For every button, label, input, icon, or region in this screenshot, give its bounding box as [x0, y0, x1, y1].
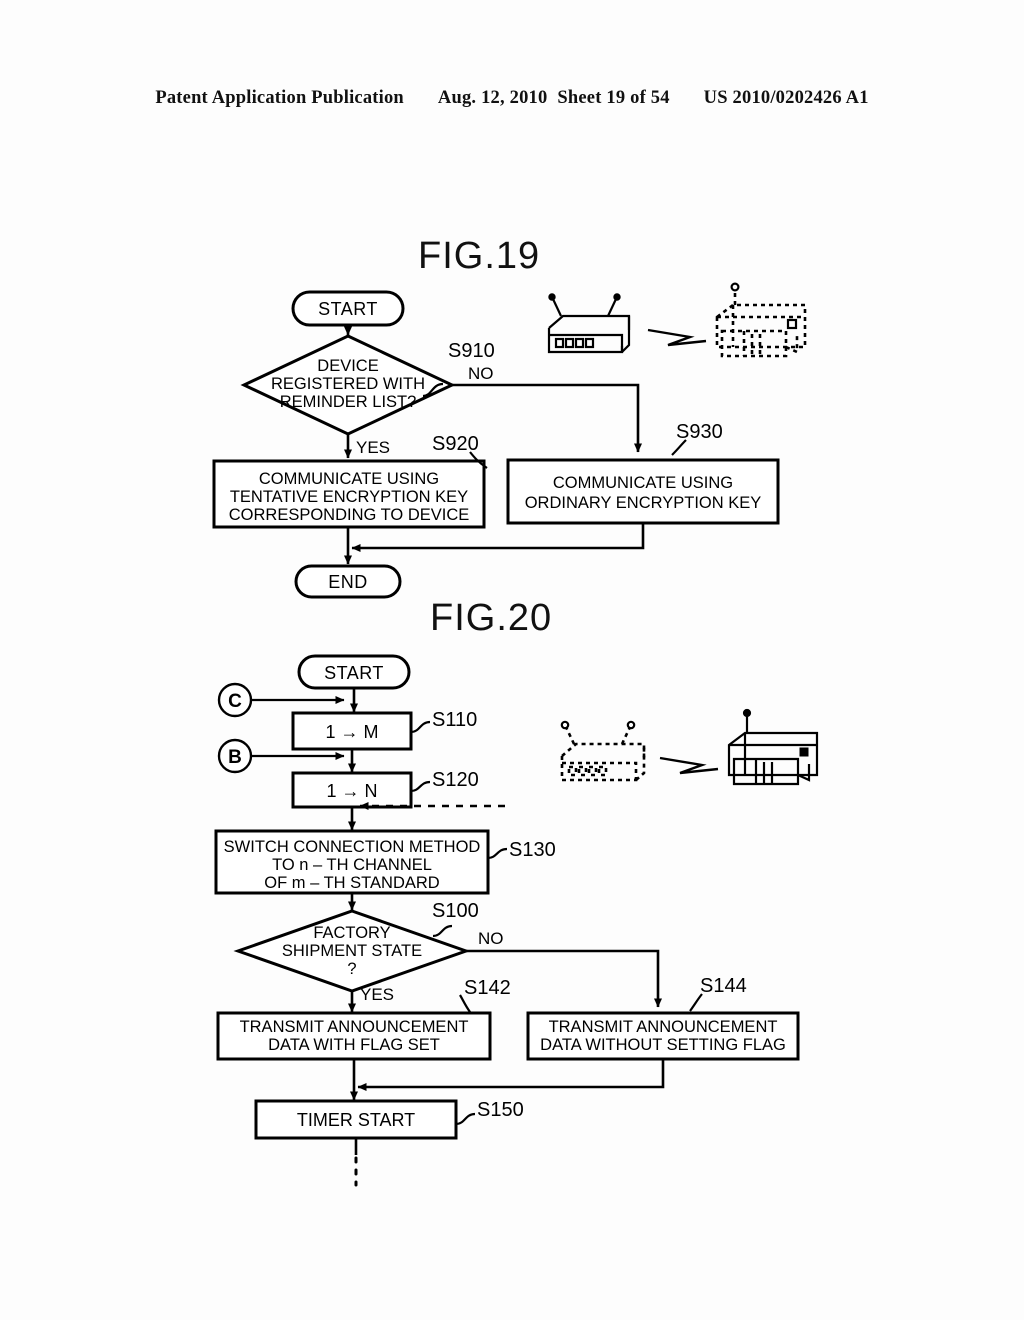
fig19-decision-line-1: DEVICE	[317, 357, 378, 375]
fig19-end-label: END	[328, 572, 368, 592]
fig20-s150-label: TIMER START	[297, 1110, 415, 1130]
fig20-access-point-dashed-icon	[560, 720, 646, 782]
fig20-connector-c-label: C	[228, 691, 242, 712]
patent-drawing-page: Patent Application Publication Aug. 12, 2…	[0, 0, 1024, 1320]
fig20-s110-label: 1 → M	[325, 722, 378, 742]
fig19-s930-ref: S930	[676, 421, 723, 443]
fig20-s144-line-1: TRANSMIT ANNOUNCEMENT	[549, 1018, 778, 1036]
fig19-s920-line-1: COMMUNICATE USING	[259, 470, 439, 488]
fig19-yes-label: YES	[356, 438, 390, 457]
fig19-no-label: NO	[468, 364, 494, 383]
fig20-start-label: START	[324, 663, 384, 683]
fig19-no-branch-path	[452, 383, 642, 453]
fig20-s144-ref: S144	[700, 975, 747, 997]
fig19-s920-ref: S920	[432, 433, 479, 455]
fig20-s110-ref: S110	[432, 709, 477, 731]
fig20-decision-line-3: ?	[347, 960, 356, 978]
fig20-s120-label: 1 → N	[326, 781, 377, 801]
fig20-printer-solid-icon	[727, 708, 819, 786]
fig20-wireless-link-icon	[659, 756, 719, 775]
fig20-s142-line-1: TRANSMIT ANNOUNCEMENT	[240, 1018, 469, 1036]
fig20-s120-ref: S120	[432, 769, 479, 791]
fig20-s130-line-1: SWITCH CONNECTION METHOD	[224, 838, 481, 856]
fig20-yes-label: YES	[360, 985, 394, 1004]
fig20-s120-leader	[410, 780, 431, 793]
fig19-wireless-link-icon	[647, 328, 707, 347]
fig20-s150-leader	[455, 1112, 476, 1126]
fig20-s142-line-2: DATA WITH FLAG SET	[268, 1036, 440, 1054]
fig19-printer-dashed-icon	[715, 282, 807, 358]
fig19-s930-line-1: COMMUNICATE USING	[553, 474, 733, 492]
fig20-s100-leader	[432, 924, 453, 938]
fig19-s930-line-2: ORDINARY ENCRYPTION KEY	[525, 494, 762, 512]
fig20-s150-ref: S150	[477, 1099, 524, 1121]
fig20-s130-line-2: TO n – TH CHANNEL	[272, 856, 432, 874]
fig20-decision-line-1: FACTORY	[313, 924, 390, 942]
fig20-decision-line-2: SHIPMENT STATE	[282, 942, 422, 960]
fig20-title: FIG.20	[430, 597, 552, 639]
fig19-decision-line-2: REGISTERED WITH	[271, 375, 425, 393]
fig20-s130-ref: S130	[509, 839, 556, 861]
fig19-s910-ref: S910	[448, 340, 495, 362]
figures-canvas: FIG.19 START DEVICE REGISTERED WITH REMI…	[212, 235, 819, 1187]
fig20-s142-ref: S142	[464, 977, 511, 999]
fig19-s920-line-2: TENTATIVE ENCRYPTION KEY	[230, 488, 468, 506]
fig19-title: FIG.19	[418, 235, 540, 277]
fig20-merge-path	[357, 1059, 665, 1091]
fig19-s920-line-3: CORRESPONDING TO DEVICE	[229, 506, 470, 524]
fig20-s144-line-2: DATA WITHOUT SETTING FLAG	[540, 1036, 786, 1054]
fig20-s130-line-3: OF m – TH STANDARD	[264, 874, 439, 892]
fig19-decision-line-3: REMINDER LIST?	[280, 393, 417, 411]
fig19-start-label: START	[318, 299, 378, 319]
fig20-no-label: NO	[478, 929, 504, 948]
fig20-s110-leader	[410, 720, 431, 734]
fig20-connector-b-label: B	[228, 747, 242, 768]
fig20-s130-leader	[487, 847, 508, 860]
fig19-access-point-solid-icon	[547, 293, 631, 354]
fig20-s100-ref: S100	[432, 900, 479, 922]
